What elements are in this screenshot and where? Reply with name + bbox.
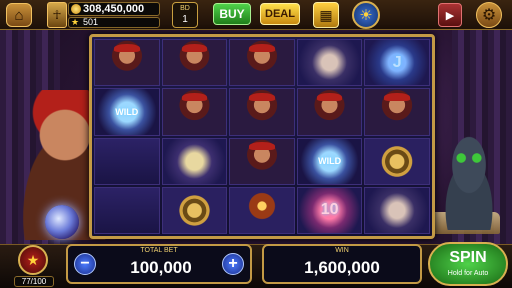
j-symbol-label: J (392, 53, 402, 71)
crystal-ball (45, 205, 79, 239)
top-bar: ⌂ ☥ 308,450,000 ★ 501 BD 1 BUY DEAL ▦ ☀ … (0, 0, 512, 30)
wild-symbol: WILD (296, 137, 363, 185)
hand-symbol (364, 186, 430, 234)
fortune-symbol (94, 39, 160, 87)
coin-balance-value: 308,450,000 (83, 3, 145, 15)
candle-symbol (229, 186, 295, 234)
fortune-symbol (161, 88, 228, 136)
total-bet-value: 100,000 (130, 258, 192, 277)
increase-bet-button[interactable]: + (222, 253, 244, 275)
hand-symbol (296, 39, 363, 87)
total-bet-panel: TOTAL BET − 100,000 + (66, 244, 252, 284)
bd-counter[interactable]: BD 1 (172, 2, 198, 28)
player-level: ★ 501 (68, 17, 160, 28)
star-icon: ★ (71, 17, 80, 27)
medallion-symbol (161, 186, 228, 234)
coin-icon (71, 4, 81, 14)
win-value: 1,600,000 (304, 258, 380, 277)
reel-grid: J WILD WILD 10 (94, 39, 430, 234)
fortune-symbol (229, 137, 295, 185)
video-icon: ▶ (445, 9, 455, 22)
bd-count: 1 (182, 14, 188, 25)
ten-symbol: 10 (296, 186, 363, 234)
home-button[interactable]: ⌂ (6, 3, 32, 27)
game-stage: ⌂ ☥ 308,450,000 ★ 501 BD 1 BUY DEAL ▦ ☀ … (0, 0, 512, 288)
empty-cell (94, 137, 160, 185)
fortune-symbol (364, 88, 430, 136)
medallion-symbol (364, 137, 430, 185)
pharaoh-avatar-icon[interactable]: ☥ (47, 2, 67, 28)
buy-button[interactable]: BUY (213, 3, 251, 25)
minus-icon: − (80, 255, 90, 272)
player-level-value: 501 (83, 17, 99, 27)
wild-symbol-label: WILD (115, 106, 139, 117)
settings-button[interactable]: ⚙ (476, 2, 502, 28)
ten-symbol-label: 10 (320, 201, 339, 219)
bonus-meter-count: 77/100 (14, 276, 54, 287)
j-symbol: J (364, 39, 430, 87)
cards-symbol (161, 137, 228, 185)
wild-symbol: WILD (94, 88, 160, 136)
coin-balance: 308,450,000 (68, 2, 160, 16)
fortune-symbol (296, 88, 363, 136)
plus-icon: + (228, 255, 238, 272)
bonus-meter-button[interactable]: ★ (18, 245, 48, 275)
fortune-symbol (229, 39, 295, 87)
grid-icon: ▦ (319, 6, 333, 23)
win-panel: WIN 1,600,000 (262, 244, 422, 284)
win-label: WIN (335, 247, 349, 254)
video-reward-button[interactable]: ▶ (438, 3, 462, 27)
spin-sublabel: Hold for Auto (447, 270, 489, 277)
reel-frame: J WILD WILD 10 (89, 34, 435, 239)
spin-label: SPIN (449, 249, 487, 266)
fortune-symbol (229, 88, 295, 136)
deal-button[interactable]: DEAL (260, 3, 300, 25)
home-icon: ⌂ (14, 6, 24, 24)
wild-symbol-label: WILD (318, 156, 342, 167)
bd-label: BD (180, 5, 190, 12)
daily-bonus-button[interactable]: ☀ (352, 1, 380, 29)
total-bet-label: TOTAL BET (140, 247, 178, 254)
gear-icon: ⚙ (481, 7, 497, 24)
star-icon: ★ (26, 251, 40, 268)
decrease-bet-button[interactable]: − (74, 253, 96, 275)
fortune-symbol (161, 39, 228, 87)
black-cat (430, 130, 508, 230)
grid-menu-button[interactable]: ▦ (313, 2, 339, 28)
empty-cell (94, 186, 160, 234)
spin-button[interactable]: SPIN Hold for Auto (428, 242, 508, 286)
sun-icon: ☀ (359, 7, 373, 24)
